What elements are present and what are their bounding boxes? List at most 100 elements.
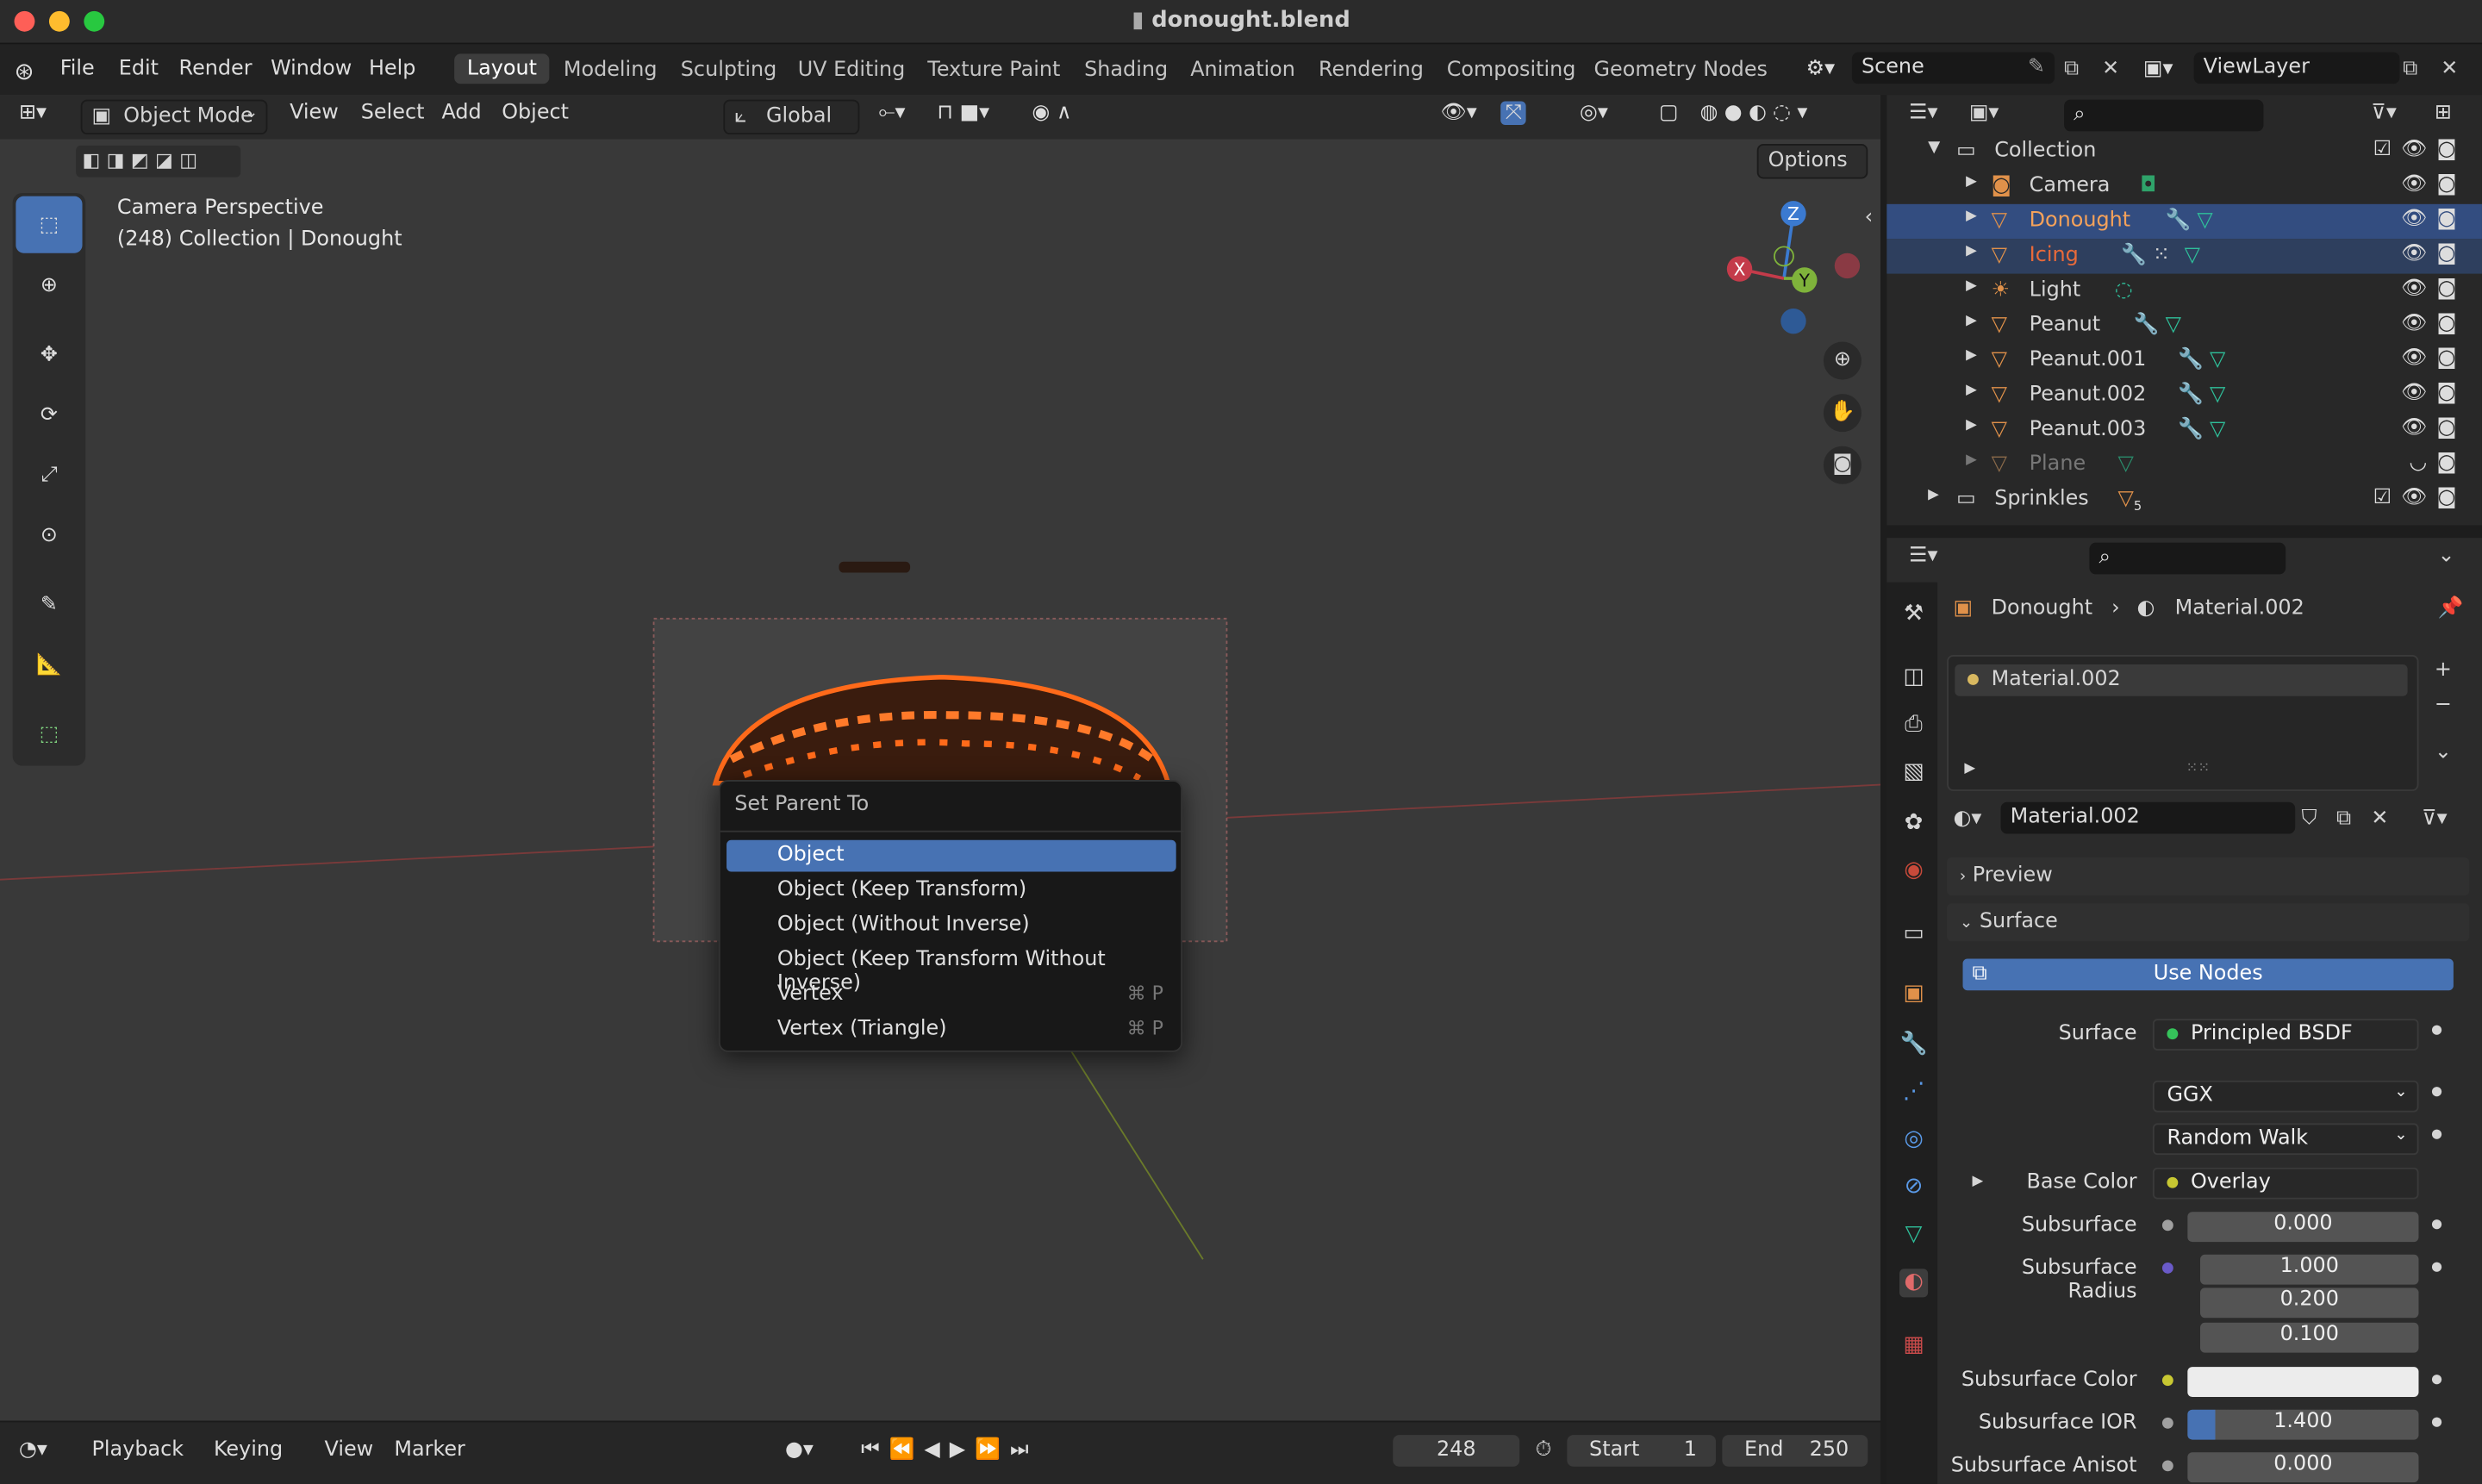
distribution-dropdown[interactable]: GGX ⌄	[2152, 1080, 2419, 1113]
material-slot-list[interactable]: Material.002 ▶ ⁙⁙	[1947, 655, 2419, 791]
menu-view[interactable]: View	[290, 101, 339, 125]
display-mode-icon[interactable]: ▣▾	[1969, 101, 1999, 125]
outliner-row-sprinkles[interactable]: ▶ ▭ Sprinkles ▽5 ☑👁◙	[1886, 483, 2482, 517]
preview-panel-header[interactable]: › Preview	[1947, 857, 2470, 896]
mesh-data-icon[interactable]: ▽	[2197, 209, 2212, 233]
resize-handle-icon[interactable]: ⁙⁙	[2186, 761, 2210, 776]
keyframe-dot-icon[interactable]: ●	[2431, 1084, 2442, 1099]
subsurface-anisotropy-value[interactable]: 0.000	[2187, 1452, 2419, 1483]
outliner-editor-icon[interactable]: ☰▾	[1909, 101, 1937, 125]
menu-edit[interactable]: Edit	[119, 57, 159, 81]
link-mode-icon[interactable]: ⊽▾	[2422, 807, 2447, 831]
pin-icon[interactable]: ✎	[2028, 55, 2045, 79]
expand-arrow-icon[interactable]: ▶	[1966, 244, 1977, 259]
row-toggle-icons[interactable]: 👁◙	[2401, 381, 2466, 405]
keyframe-dot-icon[interactable]: ●	[2431, 1259, 2442, 1274]
material-browse-icon[interactable]: ◐▾	[1953, 807, 1981, 831]
mesh-data-icon[interactable]: ▽	[2210, 348, 2225, 372]
start-frame-field[interactable]: Start 1	[1567, 1435, 1716, 1467]
outliner-row-peanut-003[interactable]: ▶ ▽ Peanut.003 🔧 ▽ 👁◙	[1886, 413, 2482, 447]
object-tab-icon[interactable]: ▣	[1899, 981, 1928, 1009]
current-frame-field[interactable]: 248	[1393, 1435, 1520, 1467]
particles-tab-icon[interactable]: ⋰	[1899, 1079, 1928, 1107]
transform-tool-icon[interactable]: ⊙	[16, 506, 82, 563]
menu-select[interactable]: Select	[361, 101, 425, 125]
row-toggle-icons[interactable]: ☑👁◙	[2373, 138, 2466, 162]
mesh-group-icon[interactable]: ▽5	[2118, 487, 2142, 513]
mesh-data-icon[interactable]: ▽	[2210, 418, 2225, 442]
scene-tab-icon[interactable]: ✿	[1899, 810, 1928, 839]
outliner-row-collection[interactable]: ▼ ▭ Collection ☑👁◙	[1886, 134, 2482, 169]
new-view-layer-icon[interactable]: ⧉	[2403, 57, 2417, 81]
expand-arrow-icon[interactable]: ▶	[1966, 313, 1977, 328]
end-frame-field[interactable]: End 250	[1722, 1435, 1868, 1467]
modifier-wrench-icon[interactable]: 🔧	[2178, 348, 2204, 372]
workspace-tab-shading[interactable]: Shading	[1084, 59, 1168, 83]
row-toggle-icons[interactable]: 👁◙	[2401, 242, 2466, 266]
slot-specials-icon[interactable]: ⌄	[2435, 740, 2452, 764]
expand-arrow-icon[interactable]: ▶	[1966, 209, 1977, 224]
playback-controls-icons[interactable]: ⏮⏪◀▶⏩⏭	[861, 1438, 1038, 1462]
keyframe-dot-icon[interactable]: ●	[2431, 1372, 2442, 1387]
workspace-tab-rendering[interactable]: Rendering	[1319, 59, 1424, 83]
outliner-row-light[interactable]: ▶ ☀ Light ◌ 👁◙	[1886, 274, 2482, 309]
filter-icon[interactable]: ⊽▾	[2371, 101, 2396, 125]
workspace-tab-geometry-nodes[interactable]: Geometry Nodes	[1594, 59, 1768, 83]
unlink-material-icon[interactable]: ✕	[2371, 807, 2388, 831]
blender-logo-icon[interactable]: ⊛	[15, 57, 34, 85]
timeline-editor-icon[interactable]: ◔▾	[19, 1438, 47, 1462]
expand-arrow-icon[interactable]: ▼	[1928, 140, 1940, 157]
snap-icon[interactable]: ⊓ ■▾	[937, 101, 989, 125]
modifier-wrench-icon[interactable]: 🔧	[2178, 418, 2204, 442]
sidebar-toggle-icon[interactable]: ‹	[1865, 206, 1874, 230]
output-tab-icon[interactable]: ⎙	[1899, 712, 1928, 740]
mesh-data-icon[interactable]: ▽	[2210, 383, 2225, 407]
outliner-row-peanut[interactable]: ▶ ▽ Peanut 🔧 ▽ 👁◙	[1886, 309, 2482, 343]
view-layer-selector-icon[interactable]: ▣▾	[2143, 57, 2173, 81]
scene-name-field[interactable]: Scene ✎	[1851, 52, 2055, 84]
add-cube-tool-icon[interactable]: ⬚	[16, 706, 82, 763]
zoom-icon[interactable]: ⊕	[1823, 341, 1862, 380]
workspace-tab-animation[interactable]: Animation	[1190, 59, 1295, 83]
outliner-search-input[interactable]: ⌕	[2064, 99, 2264, 132]
menu-keying[interactable]: Keying	[214, 1438, 283, 1462]
3d-viewport[interactable]: Camera Perspective (248) Collection | Do…	[0, 95, 1880, 1421]
material-name-field[interactable]: Material.002	[2000, 801, 2296, 834]
pan-hand-icon[interactable]: ✋	[1823, 394, 1862, 433]
row-toggle-icons[interactable]: 👁◙	[2401, 172, 2466, 196]
subsurface-value[interactable]: 0.000	[2187, 1212, 2419, 1243]
outliner-row-icing[interactable]: ▶ ▽ Icing 🔧 ⁙ ▽ 👁◙	[1886, 239, 2482, 274]
properties-editor-icon[interactable]: ☰▾	[1909, 545, 1937, 569]
particles-icon[interactable]: ⁙	[2153, 244, 2170, 268]
add-slot-icon[interactable]: +	[2435, 658, 2452, 683]
tool-tab-icon[interactable]: ⚒	[1899, 602, 1928, 630]
delete-view-layer-icon[interactable]: ✕	[2441, 57, 2458, 81]
delete-scene-icon[interactable]: ✕	[2102, 57, 2119, 81]
outliner-row-peanut-002[interactable]: ▶ ▽ Peanut.002 🔧 ▽ 👁◙	[1886, 378, 2482, 413]
navigation-gizmo[interactable]: Z X Y	[1718, 199, 1876, 358]
row-toggle-icons[interactable]: ◡◙	[2410, 451, 2466, 475]
base-color-field[interactable]: Overlay	[2152, 1167, 2419, 1200]
subsurface-radius-y[interactable]: 0.200	[2200, 1288, 2419, 1319]
workspace-tab-layout[interactable]: Layout	[454, 53, 550, 84]
subsurface-radius-z[interactable]: 0.100	[2200, 1322, 2419, 1353]
duplicate-material-icon[interactable]: ⧉	[2336, 807, 2351, 831]
modifier-wrench-icon[interactable]: 🔧	[2134, 313, 2160, 337]
light-data-icon[interactable]: ◌	[2115, 278, 2133, 302]
auto-keying-record-icon[interactable]: ●▾	[785, 1438, 814, 1462]
outliner-row-peanut-001[interactable]: ▶ ▽ Peanut.001 🔧 ▽ 👁◙	[1886, 343, 2482, 377]
expand-arrow-icon[interactable]: ▶	[1966, 278, 1977, 294]
outliner-row-plane[interactable]: ▶ ▽ Plane ▽ ◡◙	[1886, 448, 2482, 483]
stopwatch-icon[interactable]: ⏱	[1536, 1438, 1552, 1462]
pin-icon[interactable]: 📌	[2438, 596, 2464, 620]
expand-arrow-icon[interactable]: ▶	[1966, 418, 1977, 433]
render-tab-icon[interactable]: ◫	[1899, 664, 1928, 693]
rotate-tool-icon[interactable]: ⟳	[16, 386, 82, 443]
fake-user-shield-icon[interactable]: ⛉	[2302, 807, 2317, 831]
row-toggle-icons[interactable]: 👁◙	[2401, 312, 2466, 336]
modifier-wrench-icon[interactable]: 🔧	[2178, 383, 2204, 407]
xray-toggle-icon[interactable]: ▢	[1659, 101, 1679, 125]
scale-tool-icon[interactable]: ⤢	[16, 446, 82, 503]
mesh-data-icon[interactable]: ▽	[2185, 244, 2200, 268]
remove-slot-icon[interactable]: −	[2435, 693, 2452, 717]
